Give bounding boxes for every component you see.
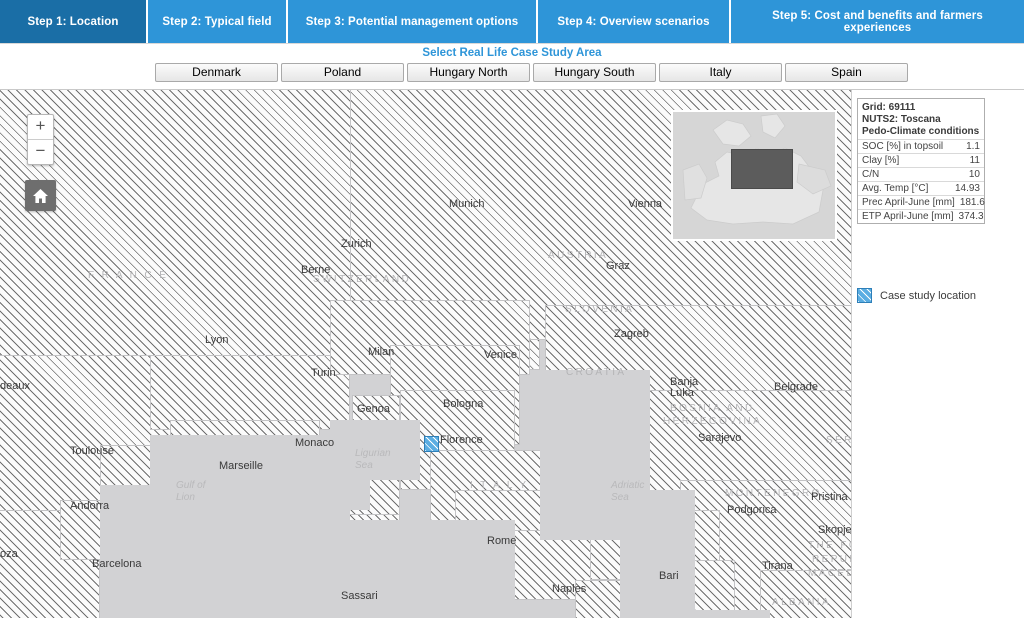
info-grid-id: Grid: 69111 xyxy=(862,102,916,113)
map-legend: Case study location xyxy=(857,288,976,303)
info-row: SOC [%] in topsoil 1.1 xyxy=(858,139,984,153)
sea-ligurian-upper xyxy=(310,460,370,510)
info-row: Prec April-June [mm] 181.6 xyxy=(858,195,985,209)
sea-ionian xyxy=(620,610,770,618)
case-study-button-italy[interactable]: Italy xyxy=(659,63,782,82)
tab-step-1[interactable]: Step 1: Location xyxy=(0,0,148,43)
grid-info-panel: Grid: 69111 NUTS2: Toscana Pedo-Climate … xyxy=(857,98,985,224)
info-row-value: 10 xyxy=(968,169,980,180)
case-study-button-group: Denmark Poland Hungary North Hungary South I… xyxy=(155,63,908,82)
case-study-location-marker[interactable] xyxy=(424,436,439,452)
case-study-button-poland[interactable]: Poland xyxy=(281,63,404,82)
tab-step-4[interactable]: Step 4: Overview scenarios xyxy=(538,0,731,43)
step-tab-bar: Step 1: Location Step 2: Typical field Ste… xyxy=(0,0,1024,43)
case-study-button-denmark[interactable]: Denmark xyxy=(155,63,278,82)
info-row-key: Prec April-June [mm] xyxy=(862,197,955,208)
overview-minimap[interactable] xyxy=(671,110,837,241)
overview-extent-rectangle[interactable] xyxy=(731,149,793,189)
info-row-value: 1.1 xyxy=(966,141,980,152)
home-icon xyxy=(33,188,48,203)
case-study-legend-label: Case study location xyxy=(880,289,976,302)
info-row-value: 11 xyxy=(969,155,980,166)
info-row-value: 374.3 xyxy=(958,211,984,222)
info-row: Avg. Temp [°C] 14.93 xyxy=(858,181,984,195)
info-row: Clay [%] 11 xyxy=(858,153,984,167)
tab-step-3[interactable]: Step 3: Potential management options xyxy=(288,0,538,43)
landmass-greece-north xyxy=(760,570,851,618)
info-section-title: Pedo-Climate conditions xyxy=(862,126,980,137)
zoom-control: + − xyxy=(27,114,54,165)
case-study-selector-band: Select Real Life Case Study Area Denmark… xyxy=(0,43,1024,90)
info-row: C/N 10 xyxy=(858,167,984,181)
info-row: ETP April-June [mm] 374.3 xyxy=(858,209,984,223)
zoom-out-button[interactable]: − xyxy=(28,140,53,164)
info-row-key: Avg. Temp [°C] xyxy=(862,183,929,194)
landmass-france-south xyxy=(150,355,350,430)
home-extent-button[interactable] xyxy=(25,180,56,211)
info-row-key: SOC [%] in topsoil xyxy=(862,141,944,152)
sea-adriatic-south xyxy=(620,490,695,618)
info-row-value: 181.6 xyxy=(959,197,985,208)
case-study-button-hungary-north[interactable]: Hungary North xyxy=(407,63,530,82)
info-row-key: Clay [%] xyxy=(862,155,900,166)
tab-step-5[interactable]: Step 5: Cost and benefits and farmers ex… xyxy=(731,0,1024,43)
info-nuts2-region: NUTS2: Toscana xyxy=(862,114,941,125)
tab-step-2[interactable]: Step 2: Typical field xyxy=(148,0,288,43)
sea-tyrrhenian xyxy=(340,520,515,618)
select-case-study-title: Select Real Life Case Study Area xyxy=(422,47,602,59)
info-rows: SOC [%] in topsoil 1.1 Clay [%] 11 C/N 10 Avg.… xyxy=(858,139,985,223)
zoom-in-button[interactable]: + xyxy=(28,115,53,140)
case-study-legend-swatch xyxy=(857,288,872,303)
info-row-value: 14.93 xyxy=(954,183,980,194)
info-row-key: ETP April-June [mm] xyxy=(862,211,954,222)
case-study-button-hungary-south[interactable]: Hungary South xyxy=(533,63,656,82)
case-study-button-spain[interactable]: Spain xyxy=(785,63,908,82)
info-row-key: C/N xyxy=(862,169,880,180)
